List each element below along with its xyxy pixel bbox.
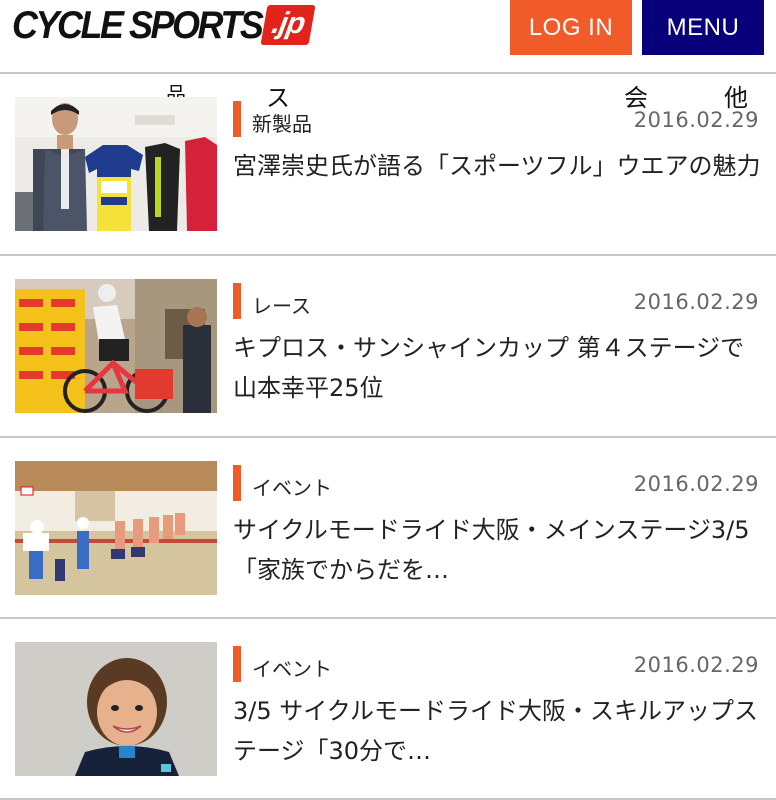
category-marker bbox=[233, 646, 241, 682]
category-marker bbox=[233, 465, 241, 501]
article-title[interactable]: 3/5 サイクルモードライド大阪・スキルアップステージ「30分で… bbox=[233, 691, 761, 771]
category-marker bbox=[233, 283, 241, 319]
photo-woman-portrait bbox=[15, 642, 217, 776]
category-marker bbox=[233, 101, 241, 137]
article-thumbnail[interactable] bbox=[15, 642, 217, 776]
article-thumbnail[interactable] bbox=[15, 461, 217, 595]
article-date: 2016.02.29 bbox=[633, 653, 759, 677]
site-logo[interactable]: CYCLE SPORTS .jp bbox=[12, 2, 316, 48]
article-item[interactable]: 新製品 2016.02.29 宮澤崇史氏が語る「スポーツフル」ウエアの魅力 bbox=[0, 74, 776, 254]
photo-mtb-rider bbox=[15, 279, 217, 413]
article-category: イベント bbox=[252, 476, 332, 500]
login-button[interactable]: LOG IN bbox=[510, 0, 632, 55]
photo-jersey-presenter bbox=[15, 97, 217, 231]
article-title[interactable]: サイクルモードライド大阪・メインステージ3/5「家族でからだを… bbox=[233, 510, 761, 590]
menu-button[interactable]: MENU bbox=[642, 0, 764, 55]
article-item[interactable]: レース 2016.02.29 キプロス・サンシャインカップ 第４ステージで山本幸… bbox=[0, 256, 776, 436]
article-title[interactable]: キプロス・サンシャインカップ 第４ステージで山本幸平25位 bbox=[233, 328, 761, 408]
logo-text: CYCLE SPORTS bbox=[12, 2, 264, 47]
article-date: 2016.02.29 bbox=[633, 472, 759, 496]
article-category: レース bbox=[252, 294, 311, 318]
photo-family-exercise bbox=[15, 461, 217, 595]
logo-badge: .jp bbox=[260, 5, 316, 45]
article-category: 新製品 bbox=[252, 112, 312, 136]
article-item[interactable]: イベント 2016.02.29 サイクルモードライド大阪・メインステージ3/5「… bbox=[0, 438, 776, 618]
article-item[interactable]: イベント 2016.02.29 3/5 サイクルモードライド大阪・スキルアップス… bbox=[0, 619, 776, 799]
article-category: イベント bbox=[252, 657, 332, 681]
article-title[interactable]: 宮澤崇史氏が語る「スポーツフル」ウエアの魅力 bbox=[233, 146, 761, 186]
article-thumbnail[interactable] bbox=[15, 279, 217, 413]
article-date: 2016.02.29 bbox=[633, 108, 759, 132]
article-date: 2016.02.29 bbox=[633, 290, 759, 314]
article-thumbnail[interactable] bbox=[15, 97, 217, 231]
site-header: CYCLE SPORTS .jp LOG IN MENU bbox=[0, 0, 776, 72]
